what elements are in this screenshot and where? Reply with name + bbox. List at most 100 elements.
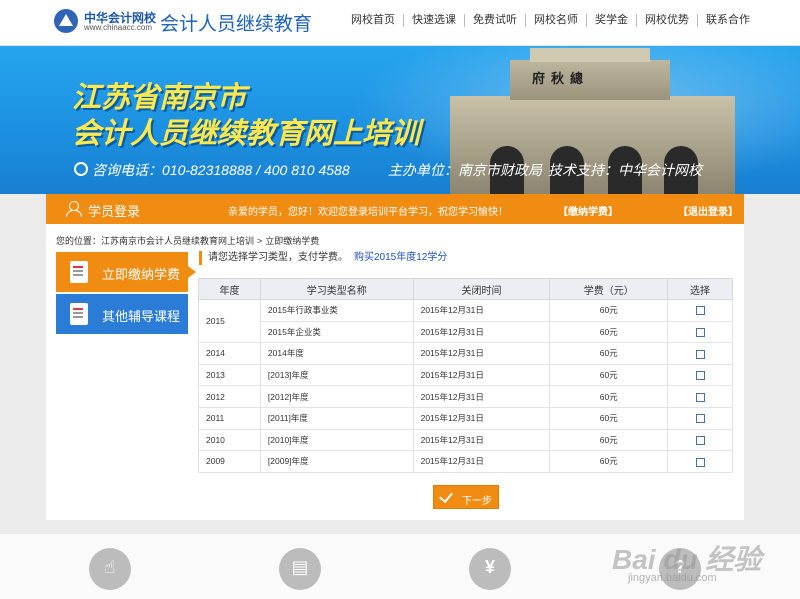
fee-cell: 60元 [549,342,669,365]
type-cell: [2012]年度 [259,385,414,408]
login-title: 学员登录 [88,204,141,219]
user-icon [66,201,82,217]
clipboard-glyph: ▤ [291,557,309,577]
col-select: 选择 [667,278,733,300]
hand-glyph: ☝ [104,557,116,577]
logout-link[interactable]: 【退出登录】 [678,203,738,218]
select-cell [667,428,733,452]
breadcrumb-home[interactable]: 江苏南京市会计人员继续教育网上培训 [101,236,254,246]
nav-free-trial[interactable]: 免费试听 [464,14,525,27]
breadcrumb-prefix: 您的位置： [56,236,102,246]
buy-credits-link[interactable]: 购买2015年度12学分 [354,252,447,263]
banner-support: 技术支持：中华会计网校 [548,162,702,178]
main-panel: 您的位置：江苏南京市会计人员继续教育网上培训 > 立即缴纳学费 立即缴纳学费 其他辅… [46,224,744,520]
table-row: 2014 2014年度 2015年12月31日 60元 [198,342,733,365]
select-checkbox[interactable] [695,414,705,424]
select-checkbox[interactable] [695,306,705,316]
hand-icon[interactable]: ☝ [89,548,131,590]
building-sign: 府秋總 [532,71,590,86]
close-cell: 2015年12月31日 [412,342,551,365]
select-checkbox[interactable] [695,349,705,359]
yen-icon[interactable]: ¥ [469,548,511,590]
fee-cell: 60元 [549,385,669,408]
col-type-name: 学习类型名称 [259,278,414,300]
col-close-time: 关闭时间 [412,278,551,300]
user-bar: 学员登录 亲爱的学员，您好！欢迎您登录培训平台学习，祝您学习愉快！ 【缴纳学费】… [46,194,744,224]
instruction-hint: 请您选择学习类型，支付学费。 购买2015年度12学分 [199,251,447,265]
table-row: 2015年企业类 2015年12月31日 60元 [199,320,733,344]
sidebar-pay-label: 立即缴纳学费 [102,267,181,282]
fee-cell: 60元 [549,363,669,387]
fee-cell: 60元 [549,406,669,430]
year-cell: 2013 [198,363,261,387]
breadcrumb-current: 立即缴纳学费 [265,236,320,246]
logo-icon[interactable] [54,9,78,33]
year-cell: 2015 [198,298,261,344]
table-row: 2015 2015年行政事业类 2015年12月31日 60元 [198,298,733,344]
close-cell: 2015年12月31日 [412,320,551,344]
year-cell: 2011 [198,406,261,430]
nav-contact[interactable]: 联系合作 [697,14,758,27]
banner-host: 主办单位：南京市财政局 [388,162,542,178]
nav-home[interactable]: 网校首页 [343,14,403,27]
select-checkbox[interactable] [695,371,705,381]
fee-cell: 60元 [549,428,669,452]
select-checkbox[interactable] [695,457,705,467]
close-cell: 2015年12月31日 [412,385,551,408]
select-cell [667,363,733,387]
type-cell: 2015年行政事业类 [259,299,414,322]
select-cell [667,406,733,430]
col-year: 年度 [198,278,261,300]
year-cell: 2009 [198,450,261,473]
close-cell: 2015年12月31日 [412,428,551,452]
close-cell: 2015年12月31日 [412,406,551,430]
document-icon [70,261,88,283]
next-step-label: 下一步 [462,496,492,507]
banner-phone: 咨询电话：010-82318888 / 400 810 4588 [92,162,350,178]
document-icon [70,303,88,325]
year-cell: 2012 [198,385,261,408]
fee-table: 年度 学习类型名称 关闭时间 学费（元） 选择 2015 2015年行政事业类 … [198,278,733,473]
table-row: 2010 [2010]年度 2015年12月31日 60元 [198,428,733,452]
type-cell: [2013]年度 [259,363,414,387]
nav-scholarship[interactable]: 奖学金 [586,14,636,27]
type-cell: [2010]年度 [259,428,414,452]
table-row: 2012 [2012]年度 2015年12月31日 60元 [198,385,733,408]
select-cell [667,342,733,365]
sidebar-other-label: 其他辅导课程 [102,309,181,324]
site-title: 会计人员继续教育 [160,14,313,35]
nav-quick-select[interactable]: 快速选课 [403,14,464,27]
close-cell: 2015年12月31日 [412,450,551,473]
type-cell: [2011]年度 [259,406,414,430]
fee-cell: 60元 [549,320,669,344]
close-cell: 2015年12月31日 [412,299,551,322]
logo-url: www.chinaacc.com [84,23,153,32]
type-cell: [2009]年度 [259,450,414,473]
nav-teachers[interactable]: 网校名师 [525,14,586,27]
nav-advantages[interactable]: 网校优势 [636,14,697,27]
year-cell: 2014 [198,342,261,365]
pay-fee-link[interactable]: 【缴纳学费】 [558,203,618,218]
hint-text: 请您选择学习类型，支付学费。 [208,252,348,263]
type-cell: 2015年企业类 [259,320,414,344]
fee-cell: 60元 [549,299,669,322]
top-nav: 网校首页 快速选课 免费试听 网校名师 奖学金 网校优势 联系合作 [343,14,758,27]
select-cell [667,320,733,344]
table-row: 2011 [2011]年度 2015年12月31日 60元 [198,406,733,430]
sidebar-other-courses[interactable]: 其他辅导课程 [56,294,188,334]
check-icon [439,488,453,504]
hero-banner: 府秋總 江苏省南京市 会计人员继续教育网上培训 咨询电话：010-8231888… [0,46,800,194]
next-step-button[interactable]: 下一步 [433,485,499,509]
select-checkbox[interactable] [695,392,705,402]
clipboard-icon[interactable]: ▤ [279,548,321,590]
sidebar-pay-fee[interactable]: 立即缴纳学费 [56,252,196,292]
table-header-row: 年度 学习类型名称 关闭时间 学费（元） 选择 [198,278,733,300]
select-checkbox[interactable] [695,435,705,445]
close-cell: 2015年12月31日 [412,363,551,387]
type-cell: 2014年度 [259,342,414,365]
phone-icon [74,162,88,176]
table-row: 2009 [2009]年度 2015年12月31日 60元 [198,450,733,473]
breadcrumb-separator: > [257,236,263,246]
top-header: 中华会计网校 www.chinaacc.com 会计人员继续教育 网校首页 快速… [0,0,800,46]
select-checkbox[interactable] [695,328,705,338]
